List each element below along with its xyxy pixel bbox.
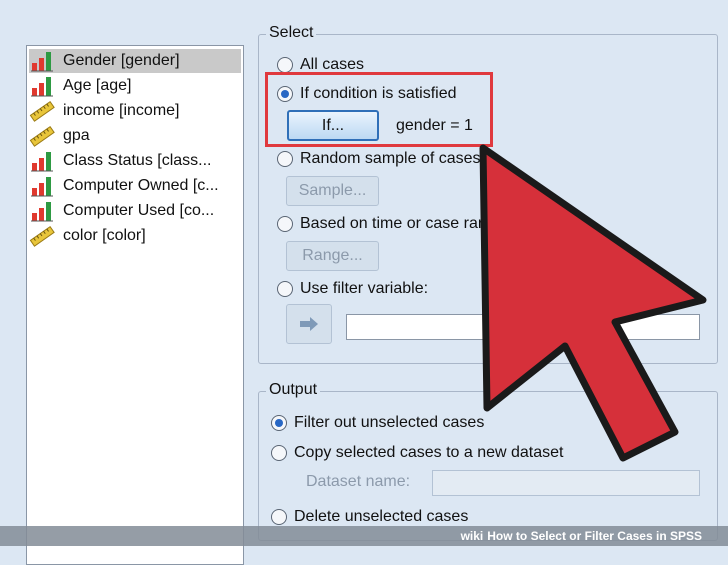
pointer-arrow-icon: [479, 144, 707, 462]
bar-chart-icon: [29, 175, 55, 197]
bar-chart-icon: [29, 50, 55, 72]
radio-button[interactable]: [277, 57, 293, 73]
radio-button[interactable]: [277, 281, 293, 297]
random-sample-radio[interactable]: Random sample of cases: [277, 150, 481, 168]
variable-item-age[interactable]: Age [age]: [29, 74, 241, 98]
use-filter-radio[interactable]: Use filter variable:: [277, 280, 428, 298]
variable-item-gpa[interactable]: gpa: [29, 124, 241, 148]
sample-button[interactable]: Sample...: [286, 176, 379, 206]
dataset-name-field[interactable]: [432, 470, 700, 496]
delete-unselected-radio[interactable]: Delete unselected cases: [271, 508, 468, 526]
delete-unselected-label: Delete unselected cases: [294, 508, 469, 525]
range-button[interactable]: Range...: [286, 241, 379, 271]
variable-label: Age [age]: [63, 77, 132, 94]
ruler-icon: [29, 125, 55, 147]
radio-button-selected[interactable]: [271, 415, 287, 431]
use-filter-label: Use filter variable:: [300, 280, 429, 297]
radio-button[interactable]: [271, 445, 287, 461]
variable-label: color [color]: [63, 227, 146, 244]
dataset-name-label: Dataset name:: [306, 473, 411, 490]
variable-item-computer-used[interactable]: Computer Used [co...: [29, 199, 241, 223]
watermark-footer: wiki How to Select or Filter Cases in SP…: [0, 526, 728, 546]
radio-button[interactable]: [271, 509, 287, 525]
output-group-title: Output: [266, 381, 321, 399]
arrow-right-icon: [300, 317, 318, 331]
variable-label: Class Status [class...: [63, 152, 212, 169]
radio-button[interactable]: [277, 151, 293, 167]
variable-label: Gender [gender]: [63, 52, 180, 69]
select-group-title: Select: [266, 24, 317, 42]
bar-chart-icon: [29, 150, 55, 172]
ruler-icon: [29, 100, 55, 122]
variable-item-computer-owned[interactable]: Computer Owned [c...: [29, 174, 241, 198]
highlight-box: [265, 72, 493, 147]
variable-list[interactable]: Gender [gender] Age [age] income [income…: [26, 45, 244, 565]
variable-item-color[interactable]: color [color]: [29, 224, 241, 248]
variable-label: Computer Owned [c...: [63, 177, 219, 194]
radio-button[interactable]: [277, 216, 293, 232]
watermark-brand: wiki: [460, 529, 484, 543]
variable-item-income[interactable]: income [income]: [29, 99, 241, 123]
random-sample-label: Random sample of cases: [300, 150, 481, 167]
variable-label: Computer Used [co...: [63, 202, 215, 219]
bar-chart-icon: [29, 200, 55, 222]
variable-item-gender[interactable]: Gender [gender]: [29, 49, 241, 73]
variable-item-class-status[interactable]: Class Status [class...: [29, 149, 241, 173]
variable-label: income [income]: [63, 102, 180, 119]
bar-chart-icon: [29, 75, 55, 97]
ruler-icon: [29, 225, 55, 247]
variable-label: gpa: [63, 127, 90, 144]
filter-out-radio[interactable]: Filter out unselected cases: [271, 414, 484, 432]
watermark-title: How to Select or Filter Cases in SPSS: [487, 529, 702, 543]
move-variable-button[interactable]: [286, 304, 332, 344]
